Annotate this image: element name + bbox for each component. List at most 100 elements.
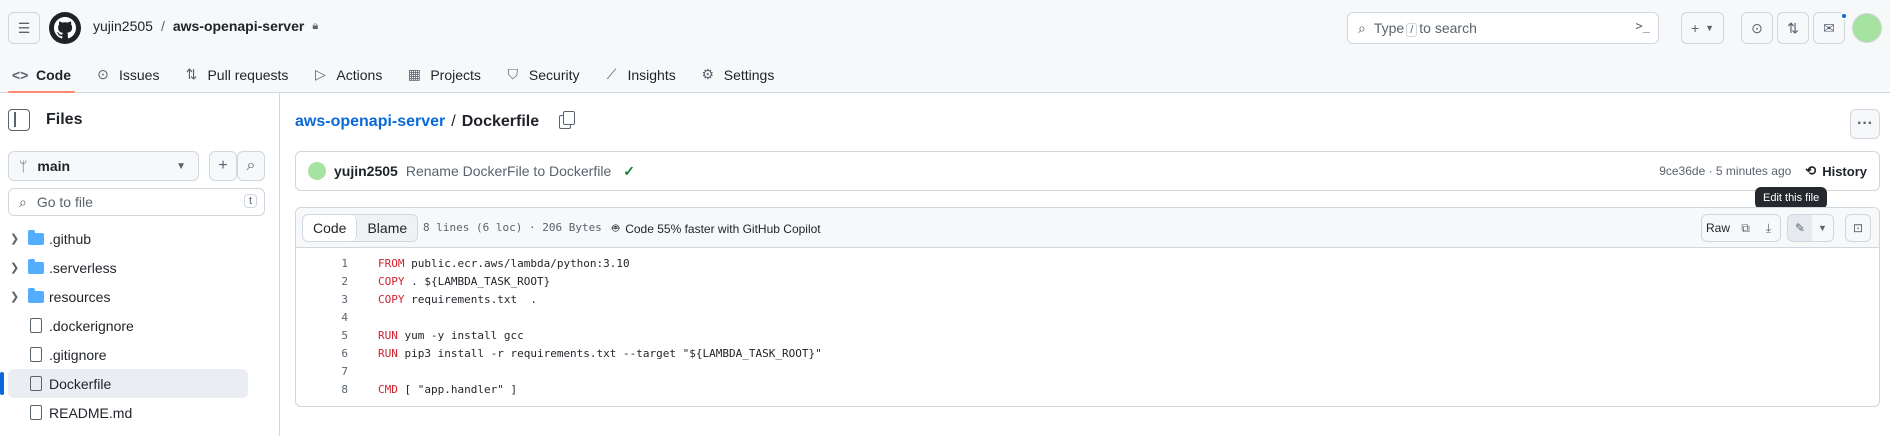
history-icon: ⟲ <box>1805 163 1817 178</box>
code-keyword: COPY <box>378 274 405 288</box>
tab-actions[interactable]: ▷ Actions <box>300 56 394 93</box>
user-avatar[interactable] <box>1852 13 1882 43</box>
tab-security[interactable]: ⛉ Security <box>493 56 592 93</box>
symbols-panel-icon[interactable]: ⊡ <box>1845 214 1871 242</box>
menu-icon[interactable]: ☰ <box>8 12 40 44</box>
tree-item-dockerignore[interactable]: .dockerignore <box>0 311 280 340</box>
edit-icon[interactable]: ✎ <box>1787 214 1813 242</box>
tree-item-label: README.md <box>49 404 133 421</box>
tree-item-label: Dockerfile <box>49 375 112 392</box>
go-to-file-placeholder: Go to file <box>36 194 93 210</box>
file-tree: ❯ .github ❯ .serverless ❯ resources .docker… <box>0 224 280 427</box>
tab-label: Security <box>528 66 580 83</box>
code-line: 1 FROM public.ecr.aws/lambda/python:3.10 <box>296 254 1879 272</box>
collapse-sidebar-icon[interactable] <box>8 109 30 131</box>
folder-icon <box>28 258 44 274</box>
tree-item-label: .github <box>49 230 92 247</box>
line-number[interactable]: 2 <box>296 275 348 288</box>
owner-link[interactable]: yujin2505 <box>93 18 153 34</box>
code-line: 3 COPY requirements.txt . <box>296 290 1879 308</box>
line-number[interactable]: 3 <box>296 293 348 306</box>
tree-item-dockerfile[interactable]: Dockerfile <box>0 369 248 398</box>
tree-item-gitignore[interactable]: .gitignore <box>0 340 280 369</box>
tab-issues[interactable]: ⊙ Issues <box>83 56 171 93</box>
search-text-pre: Type <box>1373 20 1405 36</box>
code-keyword: CMD <box>378 382 398 396</box>
code-line: 7 <box>296 362 1879 380</box>
code-text: [ "app.handler" ] <box>397 382 518 396</box>
issues-icon[interactable]: ⊙ <box>1741 12 1773 44</box>
repo-tabs: <> Code ⊙ Issues ⇅ Pull requests ▷ Actions ▦… <box>0 56 786 93</box>
repo-link[interactable]: aws-openapi-server <box>173 18 305 34</box>
tree-item-serverless[interactable]: ❯ .serverless <box>0 253 280 282</box>
tree-item-github[interactable]: ❯ .github <box>0 224 280 253</box>
search-files-icon[interactable]: ⌕ <box>237 151 265 181</box>
tab-label: Insights <box>627 66 676 83</box>
breadcrumb-separator: / <box>160 18 165 34</box>
search-icon: ⌕ <box>1358 19 1366 36</box>
line-number[interactable]: 6 <box>296 347 348 360</box>
copilot-promo[interactable]: 🤖︎ Code 55% faster with GitHub Copilot <box>612 220 821 237</box>
tab-code[interactable]: <> Code <box>0 56 83 93</box>
shortcut-key: t <box>243 194 257 208</box>
graph-icon: ⟋ <box>606 66 617 82</box>
tab-insights[interactable]: ⟋ Insights <box>591 56 687 93</box>
chevron-right-icon[interactable]: ❯ <box>10 232 19 245</box>
raw-button[interactable]: Raw <box>1701 214 1735 242</box>
file-breadcrumb: aws-openapi-server / Dockerfile <box>295 111 576 131</box>
line-number[interactable]: 4 <box>296 311 348 324</box>
branch-icon: ᛘ <box>19 158 28 174</box>
more-options-button[interactable]: ··· <box>1850 109 1880 139</box>
search-input[interactable]: ⌕ Type / to search >_ <box>1347 12 1659 44</box>
code-text: pip3 install -r requirements.txt --targe… <box>397 346 822 360</box>
tooltip: Edit this file <box>1755 187 1828 209</box>
blame-view-button[interactable]: Blame <box>357 215 418 241</box>
line-number[interactable]: 5 <box>296 329 348 342</box>
repo-root-link[interactable]: aws-openapi-server <box>295 113 445 131</box>
line-number[interactable]: 1 <box>296 257 348 270</box>
go-to-file-input[interactable]: ⌕ Go to file t <box>8 188 265 216</box>
folder-icon <box>28 287 44 303</box>
copy-path-icon[interactable] <box>559 111 576 129</box>
commit-hash-time[interactable]: 9ce36de · 5 minutes ago <box>1659 164 1791 178</box>
commit-author[interactable]: yujin2505 <box>334 163 398 179</box>
copy-icon[interactable]: ⧉ <box>1734 214 1758 242</box>
chevron-down-icon[interactable]: ▼ <box>1812 214 1834 242</box>
tab-settings[interactable]: ⚙ Settings <box>688 56 787 93</box>
tree-item-resources[interactable]: ❯ resources <box>0 282 280 311</box>
line-number[interactable]: 7 <box>296 365 348 378</box>
lock-icon: 🔒︎ <box>312 19 319 32</box>
file-name: Dockerfile <box>461 113 540 130</box>
chevron-down-icon: ▼ <box>176 160 186 172</box>
check-icon[interactable]: ✓ <box>623 163 635 180</box>
chevron-right-icon[interactable]: ❯ <box>10 290 19 303</box>
tree-item-label: resources <box>49 288 111 305</box>
tab-pull-requests[interactable]: ⇅ Pull requests <box>171 56 300 93</box>
search-text-post: to search <box>1419 20 1477 36</box>
gear-icon: ⚙ <box>701 66 715 82</box>
line-number[interactable]: 8 <box>296 383 348 396</box>
code-line: 4 <box>296 308 1879 326</box>
shield-icon: ⛉ <box>507 66 519 82</box>
path-separator: / <box>451 113 456 130</box>
top-bar: ☰ yujin2505 / aws-openapi-server 🔒︎ ⌕ Ty… <box>0 0 1890 56</box>
branch-selector[interactable]: ᛘ main ▼ <box>8 151 199 181</box>
download-icon[interactable]: ⤓ <box>1757 214 1781 242</box>
chevron-down-icon: ▼ <box>1705 23 1715 33</box>
commit-message[interactable]: Rename DockerFile to Dockerfile <box>406 163 611 179</box>
code-keyword: COPY <box>378 292 405 306</box>
github-logo-icon[interactable] <box>49 12 81 44</box>
tree-item-readme[interactable]: README.md <box>0 398 280 427</box>
chevron-right-icon[interactable]: ❯ <box>10 261 19 274</box>
repo-breadcrumb: yujin2505 / aws-openapi-server 🔒︎ <box>93 18 318 34</box>
tab-projects[interactable]: ▦ Projects <box>394 56 493 93</box>
copilot-text: Code 55% faster with GitHub Copilot <box>625 221 821 236</box>
history-button[interactable]: ⟲ History <box>1805 163 1867 179</box>
add-file-button[interactable]: + <box>209 151 237 181</box>
tab-label: Settings <box>723 66 775 83</box>
code-view-button[interactable]: Code <box>303 215 358 241</box>
pull-requests-icon[interactable]: ⇅ <box>1777 12 1809 44</box>
create-new-button[interactable]: + ▼ <box>1681 12 1724 44</box>
avatar[interactable] <box>308 162 326 180</box>
command-palette-icon[interactable]: >_ <box>1636 19 1650 33</box>
